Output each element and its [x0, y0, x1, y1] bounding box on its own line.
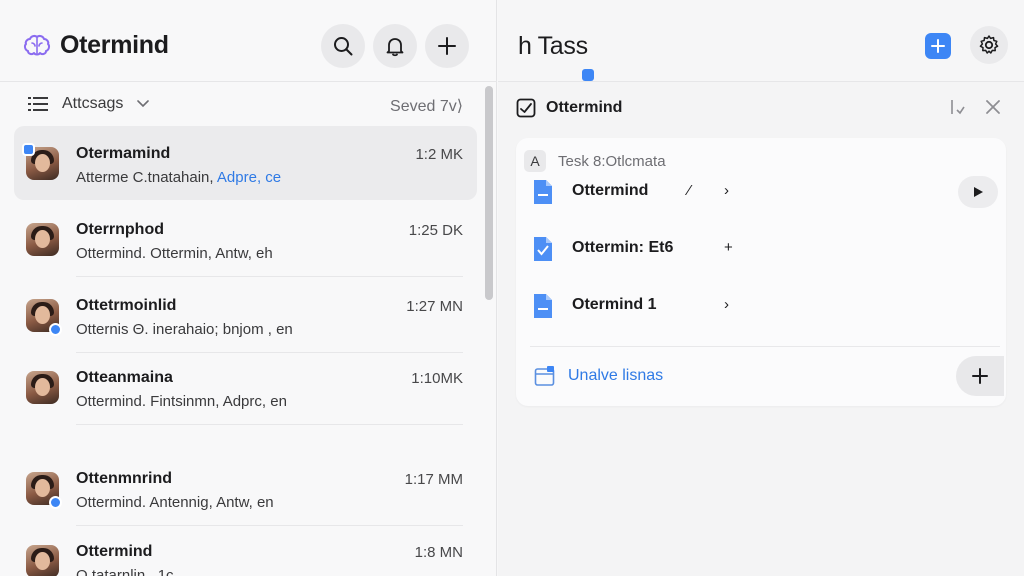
notifications-button[interactable] — [373, 24, 417, 68]
divider — [530, 346, 1000, 347]
plus-icon — [438, 37, 456, 55]
play-icon — [974, 187, 983, 197]
conversation-name: Ottenmnrind — [76, 470, 172, 487]
preview-link[interactable]: Adpre, ce — [217, 169, 281, 186]
list-icon — [28, 97, 48, 111]
conversation-name: Otermamind — [76, 145, 171, 162]
card-subtitle: A Tesk 8:Otlcmata — [524, 150, 666, 172]
avatar — [26, 223, 59, 256]
app-window: Otermind Attcsags Seved 7v⟩ Otermamind A… — [0, 0, 1024, 576]
folder-calendar-icon — [534, 366, 555, 386]
chevron-down-icon — [137, 100, 150, 108]
app-name: Otermind — [60, 30, 169, 59]
filter-label: Attcsags — [62, 95, 124, 112]
conversation-preview: O tatarnlin , 1c — [76, 567, 174, 576]
scrollbar[interactable] — [485, 86, 493, 300]
task-item[interactable]: Ottermind ⁄ › — [532, 174, 1002, 210]
conversation-time: 1:8 MN — [414, 544, 463, 561]
sort-selector[interactable]: Seved 7v⟩ — [390, 96, 463, 116]
conversation-preview: Ottermind. Ottermin, Antw, eh — [76, 245, 273, 262]
add-icon[interactable]: + — [724, 239, 733, 256]
conversation-time: 1:17 MM — [404, 471, 463, 488]
conversation-pane: Otermind Attcsags Seved 7v⟩ Otermamind A… — [0, 0, 497, 576]
document-check-icon — [534, 237, 552, 261]
search-icon — [334, 37, 353, 56]
conversation-preview: Atterme C.tnatahain, Adpre, ce — [76, 169, 282, 186]
document-icon — [534, 294, 552, 318]
bell-icon — [386, 38, 404, 57]
status-indicator — [582, 69, 594, 81]
close-icon[interactable] — [984, 98, 1002, 116]
conversation-row[interactable]: Ottenmnrind Ottermind. Antennig, Antw, e… — [14, 451, 477, 526]
gear-icon — [979, 35, 999, 54]
task-item[interactable]: Ottermin: Et6 + — [532, 231, 1002, 267]
conversation-name: Oterrnphod — [76, 221, 164, 238]
add-item-button[interactable] — [956, 356, 1004, 396]
conversation-name: Ottetrmoinlid — [76, 297, 177, 314]
conversation-row[interactable]: Ottetrmoinlid Otternis Θ. inerahaio; bnj… — [14, 278, 477, 353]
tasks-pane: h Tass Ottermind A Tesk 8:Otlcmata Otter… — [498, 0, 1024, 576]
filter-dropdown[interactable]: Attcsags — [28, 95, 150, 113]
add-task-button[interactable] — [925, 33, 951, 59]
task-item-label: Ottermin: Et6 — [572, 239, 674, 256]
brand: Otermind — [22, 30, 169, 60]
task-header: Ottermind — [516, 98, 622, 118]
conversation-list: Otermamind Atterme C.tnatahain, Adpre, c… — [0, 126, 480, 576]
conversation-name: Ottermind — [76, 543, 153, 560]
conversation-preview: Otternis Θ. inerahaio; bnjom , en — [76, 321, 293, 338]
conversation-row[interactable]: Otermamind Atterme C.tnatahain, Adpre, c… — [14, 126, 477, 200]
play-button[interactable] — [958, 176, 998, 208]
conversation-preview: Ottermind. Antennig, Antw, en — [76, 494, 274, 511]
section-letter: A — [524, 150, 546, 172]
edit-mark: ⁄ — [688, 182, 691, 199]
plus-icon — [972, 368, 988, 384]
conversation-time: 1:10MK — [411, 370, 463, 387]
task-card: A Tesk 8:Otlcmata Ottermind ⁄ › Ottermin… — [516, 138, 1006, 406]
task-item-label: Ottermind — [572, 182, 649, 199]
left-header: Otermind — [0, 0, 497, 82]
new-conversation-button[interactable] — [425, 24, 469, 68]
chevron-right-icon: › — [724, 296, 729, 313]
settings-button[interactable] — [970, 26, 1008, 64]
conversation-preview: Ottermind. Fintsinmn, Adprc, en — [76, 393, 287, 410]
task-item-label: Otermind 1 — [572, 296, 657, 313]
task-actions — [948, 98, 1002, 116]
checkbox-icon[interactable] — [516, 98, 536, 118]
conversation-time: 1:27 MN — [406, 298, 463, 315]
conversation-row[interactable]: Oterrnphod Ottermind. Ottermin, Antw, eh… — [14, 202, 477, 277]
collapse-icon[interactable] — [948, 98, 966, 116]
right-header: h Tass — [498, 0, 1024, 82]
conversation-time: 1:2 MK — [415, 146, 463, 163]
conversation-row[interactable]: Ottermind O tatarnlin , 1c 1:8 MN — [14, 524, 477, 576]
conversation-name: Otteanmaina — [76, 369, 173, 386]
filter-row: Attcsags Seved 7v⟩ — [0, 90, 497, 120]
plus-icon — [931, 39, 945, 53]
conversation-time: 1:25 DK — [408, 222, 463, 239]
search-button[interactable] — [321, 24, 365, 68]
document-icon — [534, 180, 552, 204]
chevron-right-icon: › — [724, 182, 729, 199]
online-badge — [49, 323, 62, 336]
footer-link-label: Unalve lisnas — [568, 367, 664, 384]
pane-title: h Tass — [518, 32, 588, 60]
conversation-row[interactable]: Otteanmaina Ottermind. Fintsinmn, Adprc,… — [14, 350, 477, 425]
task-title: Ottermind — [546, 99, 623, 116]
avatar — [26, 371, 59, 404]
selected-badge — [22, 143, 35, 156]
task-item[interactable]: Otermind 1 › — [532, 288, 1002, 324]
footer-link[interactable]: Unalve lisnas — [534, 365, 663, 387]
card-subtitle-text: Tesk 8:Otlcmata — [558, 152, 666, 170]
brain-icon — [23, 34, 51, 56]
online-badge — [49, 496, 62, 509]
avatar — [26, 545, 59, 576]
